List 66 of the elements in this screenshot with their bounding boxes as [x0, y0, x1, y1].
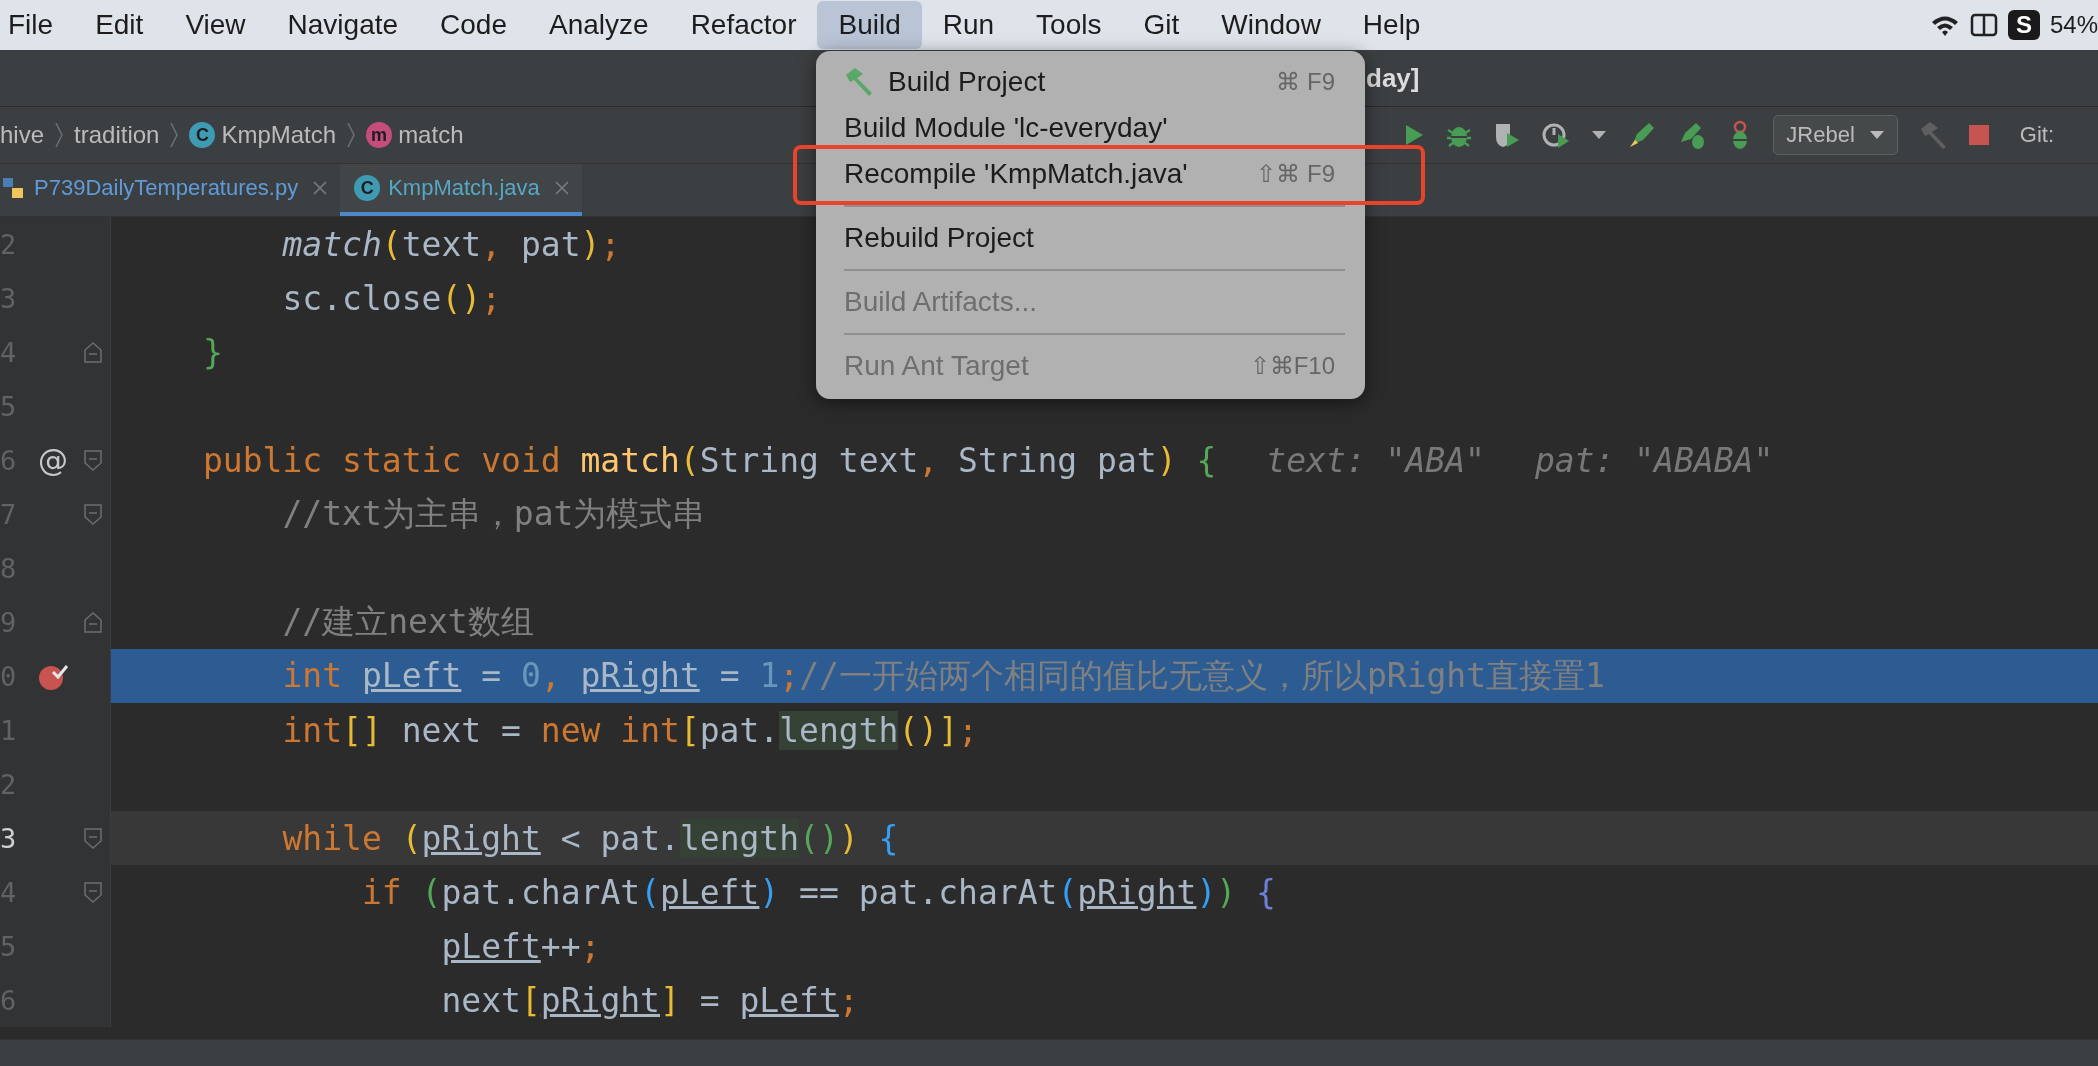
close-icon[interactable]	[553, 180, 570, 196]
breadcrumb[interactable]: hive	[0, 121, 45, 149]
menu-item[interactable]: Git	[1122, 1, 1201, 49]
code-line: public static void match(String text, String pat) {	[203, 440, 1217, 480]
git-label: Git:	[2019, 122, 2054, 148]
breadcrumb[interactable]: tradition	[74, 121, 160, 149]
code-line: int pLeft = 0, pRight = 1;//一开始两个相同的值比无意义，所以pRight直接置1	[281, 654, 1605, 697]
menu-item[interactable]: Build Project ⌘ F9	[816, 59, 1365, 105]
menu-item[interactable]: Recompile 'KmpMatch.java' ⇧⌘ F9	[816, 151, 1365, 197]
fold-marker-icon[interactable]	[83, 880, 103, 904]
editor-tab[interactable]: C KmpMatch.java	[340, 164, 582, 216]
close-icon[interactable]	[312, 180, 329, 196]
shortcut-text: ⇧⌘ F9	[1256, 160, 1335, 188]
override-marker[interactable]: @	[38, 442, 68, 478]
code-line: pLeft++;	[440, 926, 601, 966]
code-line: sc.close();	[281, 278, 502, 318]
code-line: }	[203, 332, 223, 372]
window-title: day]	[1366, 62, 1420, 94]
menu-item[interactable]: Navigate	[266, 1, 420, 49]
fold-marker-icon[interactable]	[83, 340, 103, 364]
python-icon	[0, 175, 26, 201]
class-icon: C	[189, 122, 216, 148]
menu-item[interactable]: Run	[921, 1, 1016, 49]
shortcut-text: ⌘ F9	[1276, 68, 1335, 96]
menu-item[interactable]: Window	[1200, 1, 1342, 49]
chevron-icon	[54, 122, 65, 148]
breadcrumb[interactable]: C KmpMatch	[189, 121, 337, 149]
stop-icon[interactable]	[1967, 124, 1990, 146]
inlay-hint: text: "ABA"	[1266, 440, 1485, 480]
split-window-icon[interactable]	[1969, 12, 1998, 38]
caret-icon	[1868, 130, 1885, 140]
code-line: next[pRight] = pLeft;	[440, 980, 859, 1020]
battery-percent: 54%	[2049, 11, 2098, 39]
app-status-icon[interactable]: S	[2007, 10, 2040, 40]
fold-marker-icon[interactable]	[83, 502, 103, 526]
chevron-icon	[346, 122, 357, 148]
code-line: match(text, pat);	[281, 224, 621, 264]
method-icon: m	[366, 122, 393, 148]
class-icon: C	[354, 175, 381, 201]
inlay-hint: pat: "ABABA"	[1534, 440, 1774, 480]
menu-item[interactable]: Tools	[1015, 1, 1123, 49]
shortcut-text: ⇧⌘F10	[1249, 352, 1335, 380]
code-line: int[] next = new int[pat.length()];	[281, 710, 978, 750]
fold-marker-icon[interactable]	[83, 448, 103, 472]
menu-item[interactable]: Help	[1341, 1, 1442, 49]
caret-icon[interactable]	[1591, 130, 1608, 140]
menu-item[interactable]: View	[164, 1, 267, 49]
fold-marker-icon[interactable]	[83, 826, 103, 850]
code-line: //txt为主串，pat为模式串	[281, 492, 706, 535]
run-config-dropdown[interactable]: JRebel	[1773, 115, 1898, 155]
menu-item[interactable]: File	[0, 1, 75, 49]
breadcrumb[interactable]: m match	[366, 121, 464, 149]
menu-item[interactable]: Build	[817, 1, 922, 49]
code-line: if (pat.charAt(pLeft) == pat.charAt(pRight)) {	[360, 872, 1276, 912]
code-line: //建立next数组	[281, 600, 534, 643]
hammer-icon	[844, 67, 874, 97]
line-number: 3	[0, 822, 18, 854]
menu-item[interactable]: Rebuild Project	[816, 215, 1365, 261]
code-line: while (pRight < pat.length()) {	[281, 818, 899, 858]
chevron-icon	[169, 122, 180, 148]
fold-marker-icon[interactable]	[83, 610, 103, 634]
menu-item[interactable]: Edit	[74, 1, 165, 49]
menu-item[interactable]: Code	[419, 1, 528, 49]
editor-tab[interactable]: P739DailyTemperatures.py	[0, 164, 341, 216]
menu-item[interactable]: Analyze	[528, 1, 670, 49]
menu-item[interactable]: Refactor	[669, 1, 818, 49]
